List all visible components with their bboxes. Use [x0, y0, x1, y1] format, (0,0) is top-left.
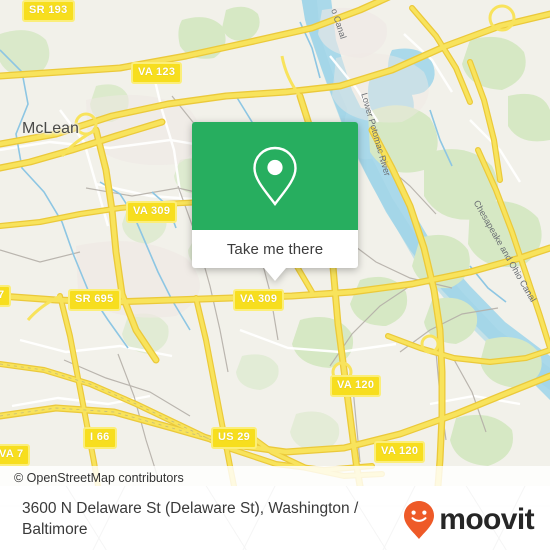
- road-shield-sr-193[interactable]: SR 193: [22, 0, 75, 22]
- road-shield-us-29[interactable]: US 29: [211, 427, 258, 449]
- map-pin-icon: [253, 146, 297, 207]
- road-shield-va-120-n[interactable]: VA 120: [330, 375, 382, 397]
- location-callout-card[interactable]: Take me there: [192, 122, 358, 281]
- attribution-text[interactable]: © OpenStreetMap contributors: [0, 471, 184, 485]
- place-label-mclean: McLean: [22, 120, 79, 137]
- road-shield-va-309-e[interactable]: VA 309: [233, 289, 285, 311]
- road-shield-va-309-w[interactable]: VA 309: [126, 201, 178, 223]
- road-shield-va-123[interactable]: VA 123: [131, 62, 183, 84]
- road-shield-va-7[interactable]: VA 7: [0, 444, 31, 466]
- moovit-brand-logo[interactable]: moovit: [402, 500, 535, 540]
- map-attribution-bar: © OpenStreetMap contributors: [0, 466, 550, 486]
- location-address-text: 3600 N Delaware St (Delaware St), Washin…: [22, 500, 359, 538]
- take-me-there-label: Take me there: [226, 240, 324, 258]
- callout-action-area[interactable]: Take me there: [192, 230, 358, 281]
- moovit-pin-smiley-icon: [404, 501, 435, 539]
- moovit-wordmark: moovit: [439, 503, 534, 536]
- map-canvas[interactable]: McLean o Canal Lower Potomac River Chesa…: [0, 0, 550, 486]
- callout-icon-area: [192, 122, 358, 230]
- screenshot-root: McLean o Canal Lower Potomac River Chesa…: [0, 0, 550, 550]
- road-shield-i-66[interactable]: I 66: [83, 427, 117, 449]
- road-shield-sr-695[interactable]: SR 695: [68, 289, 121, 311]
- road-shield-va-120-s[interactable]: VA 120: [374, 441, 426, 463]
- callout-tail: [264, 268, 286, 281]
- road-shield-va-7-north[interactable]: 7: [0, 285, 12, 307]
